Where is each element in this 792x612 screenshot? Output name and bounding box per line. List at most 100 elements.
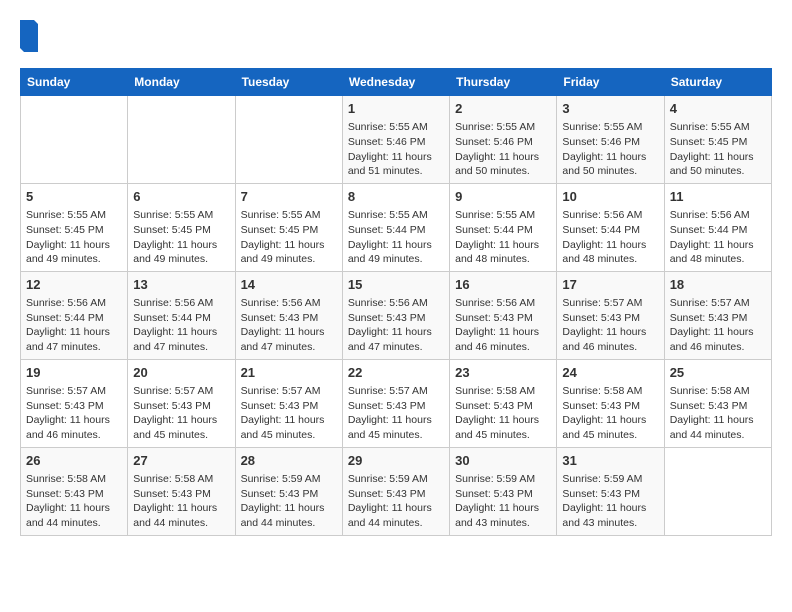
day-info: Sunrise: 5:56 AM Sunset: 5:43 PM Dayligh… [241, 296, 337, 355]
header-cell-thursday: Thursday [450, 69, 557, 96]
day-number: 24 [562, 364, 658, 382]
day-info: Sunrise: 5:56 AM Sunset: 5:44 PM Dayligh… [670, 208, 766, 267]
day-info: Sunrise: 5:55 AM Sunset: 5:46 PM Dayligh… [348, 120, 444, 179]
calendar-cell: 24 Sunrise: 5:58 AM Sunset: 5:43 PM Dayli… [557, 359, 664, 447]
day-info: Sunrise: 5:58 AM Sunset: 5:43 PM Dayligh… [670, 384, 766, 443]
day-info: Sunrise: 5:55 AM Sunset: 5:46 PM Dayligh… [455, 120, 551, 179]
calendar-cell: 29Sunrise: 5:59 AM Sunset: 5:43 PM Dayli… [342, 447, 449, 535]
week-row-0: 1 Sunrise: 5:55 AM Sunset: 5:46 PM Daylig… [21, 96, 772, 184]
day-info: Sunrise: 5:55 AM Sunset: 5:44 PM Dayligh… [348, 208, 444, 267]
calendar-cell: 26 Sunrise: 5:58 AM Sunset: 5:43 PM Dayli… [21, 447, 128, 535]
day-number: 27 [133, 452, 229, 470]
day-info: Sunrise: 5:56 AM Sunset: 5:44 PM Dayligh… [133, 296, 229, 355]
day-info: Sunrise: 5:55 AM Sunset: 5:46 PM Dayligh… [562, 120, 658, 179]
day-info: Sunrise: 5:57 AM Sunset: 5:43 PM Dayligh… [26, 384, 122, 443]
calendar-cell: 28 Sunrise: 5:59 AM Sunset: 5:43 PM Dayli… [235, 447, 342, 535]
day-info: Sunrise: 5:58 AM Sunset: 5:43 PM Dayligh… [133, 472, 229, 531]
day-number: 20 [133, 364, 229, 382]
day-info: Sunrise: 5:58 AM Sunset: 5:43 PM Dayligh… [26, 472, 122, 531]
calendar-cell: 10 Sunrise: 5:56 AM Sunset: 5:44 PM Dayli… [557, 183, 664, 271]
calendar-cell: 25Sunrise: 5:58 AM Sunset: 5:43 PM Dayli… [664, 359, 771, 447]
calendar-cell: 5 Sunrise: 5:55 AM Sunset: 5:45 PM Daylig… [21, 183, 128, 271]
day-number: 16 [455, 276, 551, 294]
calendar-cell [21, 96, 128, 184]
day-number: 18 [670, 276, 766, 294]
day-number: 12 [26, 276, 122, 294]
day-info: Sunrise: 5:56 AM Sunset: 5:44 PM Dayligh… [562, 208, 658, 267]
header-cell-sunday: Sunday [21, 69, 128, 96]
day-number: 1 [348, 100, 444, 118]
day-number: 14 [241, 276, 337, 294]
day-info: Sunrise: 5:58 AM Sunset: 5:43 PM Dayligh… [455, 384, 551, 443]
calendar-cell: 31Sunrise: 5:59 AM Sunset: 5:43 PM Dayli… [557, 447, 664, 535]
day-number: 6 [133, 188, 229, 206]
day-number: 4 [670, 100, 766, 118]
day-number: 28 [241, 452, 337, 470]
calendar-table: SundayMondayTuesdayWednesdayThursdayFrid… [20, 68, 772, 536]
day-info: Sunrise: 5:59 AM Sunset: 5:43 PM Dayligh… [562, 472, 658, 531]
day-number: 19 [26, 364, 122, 382]
day-number: 7 [241, 188, 337, 206]
calendar-cell: 15 Sunrise: 5:56 AM Sunset: 5:43 PM Dayli… [342, 271, 449, 359]
page-header [20, 20, 772, 52]
day-number: 15 [348, 276, 444, 294]
day-info: Sunrise: 5:56 AM Sunset: 5:43 PM Dayligh… [348, 296, 444, 355]
calendar-cell: 23 Sunrise: 5:58 AM Sunset: 5:43 PM Dayli… [450, 359, 557, 447]
calendar-cell: 27 Sunrise: 5:58 AM Sunset: 5:43 PM Dayli… [128, 447, 235, 535]
day-info: Sunrise: 5:57 AM Sunset: 5:43 PM Dayligh… [133, 384, 229, 443]
day-number: 2 [455, 100, 551, 118]
calendar-cell: 11 Sunrise: 5:56 AM Sunset: 5:44 PM Dayli… [664, 183, 771, 271]
day-number: 21 [241, 364, 337, 382]
calendar-header: SundayMondayTuesdayWednesdayThursdayFrid… [21, 69, 772, 96]
day-number: 17 [562, 276, 658, 294]
calendar-cell: 13 Sunrise: 5:56 AM Sunset: 5:44 PM Dayli… [128, 271, 235, 359]
calendar-cell: 14 Sunrise: 5:56 AM Sunset: 5:43 PM Dayli… [235, 271, 342, 359]
day-number: 30 [455, 452, 551, 470]
day-number: 8 [348, 188, 444, 206]
calendar-cell: 20 Sunrise: 5:57 AM Sunset: 5:43 PM Dayli… [128, 359, 235, 447]
calendar-cell: 8 Sunrise: 5:55 AM Sunset: 5:44 PM Daylig… [342, 183, 449, 271]
header-cell-tuesday: Tuesday [235, 69, 342, 96]
calendar-cell: 2 Sunrise: 5:55 AM Sunset: 5:46 PM Daylig… [450, 96, 557, 184]
day-info: Sunrise: 5:55 AM Sunset: 5:45 PM Dayligh… [26, 208, 122, 267]
day-info: Sunrise: 5:57 AM Sunset: 5:43 PM Dayligh… [348, 384, 444, 443]
day-number: 11 [670, 188, 766, 206]
day-info: Sunrise: 5:57 AM Sunset: 5:43 PM Dayligh… [241, 384, 337, 443]
day-number: 5 [26, 188, 122, 206]
header-cell-friday: Friday [557, 69, 664, 96]
day-number: 26 [26, 452, 122, 470]
week-row-2: 12 Sunrise: 5:56 AM Sunset: 5:44 PM Dayli… [21, 271, 772, 359]
day-info: Sunrise: 5:55 AM Sunset: 5:44 PM Dayligh… [455, 208, 551, 267]
calendar-cell: 18 Sunrise: 5:57 AM Sunset: 5:43 PM Dayli… [664, 271, 771, 359]
day-info: Sunrise: 5:55 AM Sunset: 5:45 PM Dayligh… [133, 208, 229, 267]
day-info: Sunrise: 5:59 AM Sunset: 5:43 PM Dayligh… [241, 472, 337, 531]
day-number: 10 [562, 188, 658, 206]
calendar-cell: 3Sunrise: 5:55 AM Sunset: 5:46 PM Daylig… [557, 96, 664, 184]
day-number: 23 [455, 364, 551, 382]
calendar-cell: 16Sunrise: 5:56 AM Sunset: 5:43 PM Dayli… [450, 271, 557, 359]
header-row: SundayMondayTuesdayWednesdayThursdayFrid… [21, 69, 772, 96]
calendar-cell [235, 96, 342, 184]
logo-icon [20, 20, 38, 52]
calendar-cell: 21 Sunrise: 5:57 AM Sunset: 5:43 PM Dayli… [235, 359, 342, 447]
calendar-cell: 4Sunrise: 5:55 AM Sunset: 5:45 PM Daylig… [664, 96, 771, 184]
day-info: Sunrise: 5:57 AM Sunset: 5:43 PM Dayligh… [670, 296, 766, 355]
calendar-cell: 19 Sunrise: 5:57 AM Sunset: 5:43 PM Dayli… [21, 359, 128, 447]
week-row-4: 26 Sunrise: 5:58 AM Sunset: 5:43 PM Dayli… [21, 447, 772, 535]
logo [20, 20, 38, 52]
header-cell-monday: Monday [128, 69, 235, 96]
calendar-cell: 30 Sunrise: 5:59 AM Sunset: 5:43 PM Dayli… [450, 447, 557, 535]
calendar-cell: 7Sunrise: 5:55 AM Sunset: 5:45 PM Daylig… [235, 183, 342, 271]
week-row-1: 5 Sunrise: 5:55 AM Sunset: 5:45 PM Daylig… [21, 183, 772, 271]
calendar-cell [128, 96, 235, 184]
day-info: Sunrise: 5:59 AM Sunset: 5:43 PM Dayligh… [455, 472, 551, 531]
day-info: Sunrise: 5:56 AM Sunset: 5:44 PM Dayligh… [26, 296, 122, 355]
calendar-cell [664, 447, 771, 535]
calendar-cell: 22Sunrise: 5:57 AM Sunset: 5:43 PM Dayli… [342, 359, 449, 447]
day-info: Sunrise: 5:58 AM Sunset: 5:43 PM Dayligh… [562, 384, 658, 443]
day-info: Sunrise: 5:59 AM Sunset: 5:43 PM Dayligh… [348, 472, 444, 531]
day-number: 13 [133, 276, 229, 294]
day-number: 9 [455, 188, 551, 206]
week-row-3: 19 Sunrise: 5:57 AM Sunset: 5:43 PM Dayli… [21, 359, 772, 447]
calendar-body: 1 Sunrise: 5:55 AM Sunset: 5:46 PM Daylig… [21, 96, 772, 536]
